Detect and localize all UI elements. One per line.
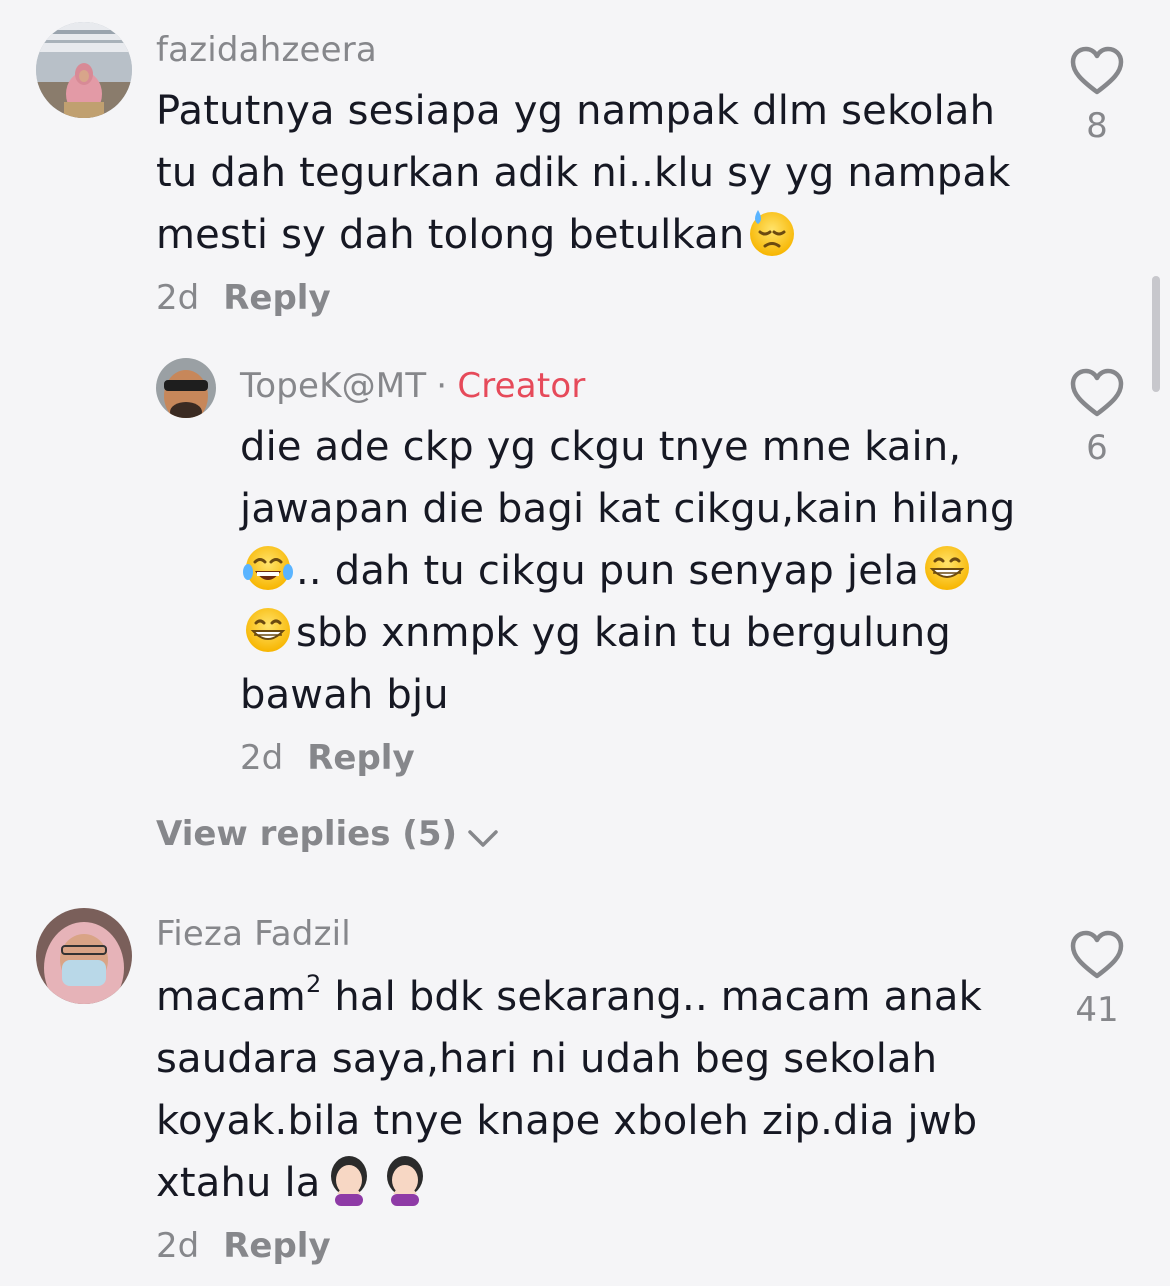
- avatar-woman-mask-icon: [36, 908, 132, 1004]
- comment-line: saudara saya,hari ni udah beg sekolah: [156, 1036, 938, 1082]
- reply-button[interactable]: Reply: [307, 738, 414, 778]
- like-count: 41: [1075, 990, 1119, 1030]
- comment-line: mesti sy dah tolong betulkan: [156, 204, 1010, 266]
- heart-icon: [1069, 366, 1125, 422]
- avatar[interactable]: [156, 358, 216, 418]
- comment-text: Patutnya sesiapa yg nampak dlm sekolah t…: [156, 80, 1010, 266]
- timestamp: 2d: [240, 738, 284, 778]
- comment-meta: 2d Reply: [156, 1226, 331, 1266]
- comment-line: sbb xnmpk yg kain tu bergulung: [240, 602, 1015, 664]
- facepalm-woman-icon: [386, 1156, 423, 1206]
- comment-line: tu dah tegurkan adik ni..klu sy yg nampa…: [156, 150, 1011, 196]
- separator: ·: [436, 366, 448, 406]
- timestamp: 2d: [156, 1226, 200, 1266]
- downcast-face-with-sweat-icon: [750, 210, 795, 256]
- comment-line: die ade ckp yg ckgu tnye mne kain,: [240, 424, 962, 470]
- chevron-down-icon: [468, 830, 498, 847]
- like-count: 8: [1086, 106, 1108, 146]
- like-button[interactable]: 6: [1062, 366, 1132, 468]
- comment-text: macam2 hal bdk sekarang.. macam anak sau…: [156, 966, 982, 1214]
- like-count: 6: [1086, 428, 1108, 468]
- avatar-woman-hijab-icon: [36, 22, 132, 118]
- creator-badge: Creator: [457, 366, 586, 406]
- like-button[interactable]: 8: [1062, 44, 1132, 146]
- comment-text: die ade ckp yg ckgu tnye mne kain, jawap…: [240, 416, 1015, 726]
- avatar[interactable]: [36, 908, 132, 1004]
- comment-line: xtahu la: [156, 1152, 982, 1214]
- view-replies-button[interactable]: View replies (5): [156, 814, 499, 854]
- comment-line: .. dah tu cikgu pun senyap jela: [240, 540, 1015, 602]
- username[interactable]: Fieza Fadzil: [156, 914, 351, 954]
- grinning-face-icon: [925, 546, 970, 590]
- like-button[interactable]: 41: [1062, 928, 1132, 1030]
- facepalm-woman-icon: [330, 1156, 367, 1206]
- reply-button[interactable]: Reply: [223, 1226, 330, 1266]
- view-replies-label: View replies (5): [156, 814, 458, 854]
- comment-line: macam2 hal bdk sekarang.. macam anak: [156, 970, 982, 1020]
- heart-icon: [1069, 44, 1125, 100]
- avatar[interactable]: [36, 22, 132, 118]
- scrollbar[interactable]: [1152, 276, 1160, 392]
- superscript: 2: [305, 970, 322, 998]
- reply-button[interactable]: Reply: [223, 278, 330, 318]
- username-row: TopeK@MT · Creator: [240, 366, 586, 406]
- comment-line: jawapan die bagi kat cikgu,kain hilang: [240, 486, 1016, 532]
- username[interactable]: fazidahzeera: [156, 30, 377, 70]
- comment-line: bawah bju: [240, 672, 449, 718]
- comment-meta: 2d Reply: [156, 278, 331, 318]
- grinning-face-icon: [246, 608, 290, 652]
- timestamp: 2d: [156, 278, 200, 318]
- avatar-man-sunglasses-icon: [156, 358, 216, 418]
- comment-meta: 2d Reply: [240, 738, 415, 778]
- tears-of-joy-icon: [243, 546, 293, 590]
- comment-line: Patutnya sesiapa yg nampak dlm sekolah: [156, 88, 996, 134]
- username[interactable]: TopeK@MT: [240, 366, 426, 406]
- comment-line: koyak.bila tnye knape xboleh zip.dia jwb: [156, 1098, 978, 1144]
- heart-icon: [1069, 928, 1125, 984]
